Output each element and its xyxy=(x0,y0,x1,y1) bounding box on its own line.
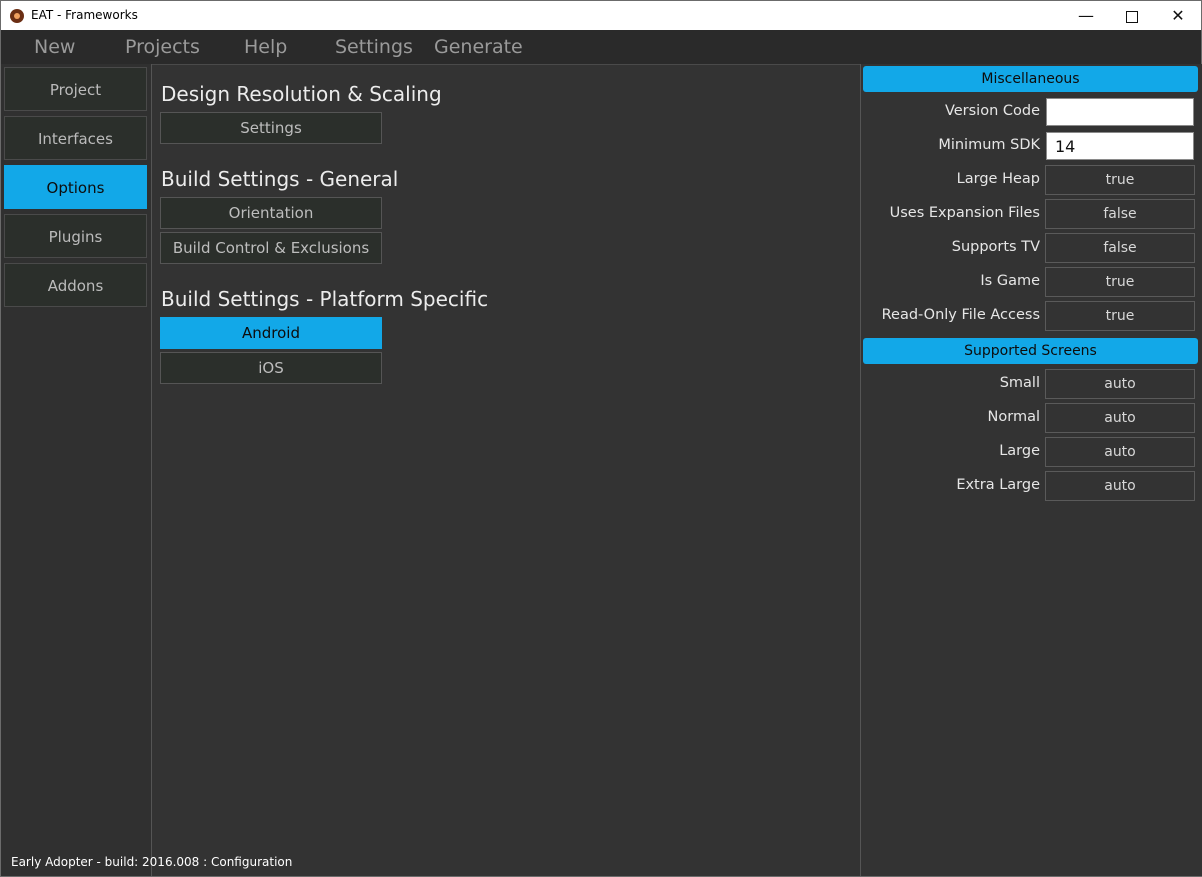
menu-bar: New Projects Help Settings Generate xyxy=(1,30,1201,65)
app-logo-icon xyxy=(10,9,24,23)
orientation-button[interactable]: Orientation xyxy=(160,197,382,229)
close-button[interactable]: ✕ xyxy=(1155,1,1201,30)
supports-tv-label: Supports TV xyxy=(951,239,1040,255)
version-code-input[interactable] xyxy=(1046,98,1194,126)
large-screen-label: Large xyxy=(999,443,1040,459)
menu-settings[interactable]: Settings xyxy=(335,36,413,58)
menu-generate[interactable]: Generate xyxy=(434,36,523,58)
small-screen-label: Small xyxy=(999,375,1040,391)
sidebar-item-interfaces[interactable]: Interfaces xyxy=(4,116,147,160)
sidebar-item-plugins[interactable]: Plugins xyxy=(4,214,147,258)
close-icon: ✕ xyxy=(1171,6,1185,25)
uses-expansion-files-label: Uses Expansion Files xyxy=(889,205,1040,221)
section-title-platform-specific: Build Settings - Platform Specific xyxy=(161,287,489,311)
version-code-label: Version Code xyxy=(944,103,1040,119)
maximize-button[interactable] xyxy=(1109,1,1155,30)
extra-large-screen-label: Extra Large xyxy=(956,477,1040,493)
menu-new[interactable]: New xyxy=(34,36,75,58)
large-heap-label: Large Heap xyxy=(956,171,1040,187)
menu-projects[interactable]: Projects xyxy=(125,36,200,58)
large-screen-select[interactable]: auto xyxy=(1045,437,1195,467)
uses-expansion-files-toggle[interactable]: false xyxy=(1045,199,1195,229)
sidebar-item-options[interactable]: Options xyxy=(4,165,147,209)
large-heap-toggle[interactable]: true xyxy=(1045,165,1195,195)
is-game-toggle[interactable]: true xyxy=(1045,267,1195,297)
read-only-file-access-label: Read-Only File Access xyxy=(881,307,1040,323)
sidebar-item-addons[interactable]: Addons xyxy=(4,263,147,307)
is-game-label: Is Game xyxy=(980,273,1040,289)
supported-screens-header: Supported Screens xyxy=(863,338,1198,364)
menu-help[interactable]: Help xyxy=(244,36,287,58)
read-only-file-access-toggle[interactable]: true xyxy=(1045,301,1195,331)
properties-panel: Miscellaneous Version Code Minimum SDK L… xyxy=(860,64,1202,876)
build-control-button[interactable]: Build Control & Exclusions xyxy=(160,232,382,264)
maximize-icon xyxy=(1126,10,1138,23)
status-bar: Early Adopter - build: 2016.008 : Config… xyxy=(11,855,293,869)
ios-button[interactable]: iOS xyxy=(160,352,382,384)
normal-screen-select[interactable]: auto xyxy=(1045,403,1195,433)
title-bar: EAT - Frameworks — ✕ xyxy=(1,1,1201,30)
extra-large-screen-select[interactable]: auto xyxy=(1045,471,1195,501)
settings-button[interactable]: Settings xyxy=(160,112,382,144)
miscellaneous-header: Miscellaneous xyxy=(863,66,1198,92)
minimum-sdk-label: Minimum SDK xyxy=(938,137,1040,153)
minimize-button[interactable]: — xyxy=(1063,1,1109,30)
sidebar-item-project[interactable]: Project xyxy=(4,67,147,111)
section-title-design-resolution: Design Resolution & Scaling xyxy=(161,82,442,106)
android-button[interactable]: Android xyxy=(160,317,382,349)
window-title: EAT - Frameworks xyxy=(31,8,138,22)
section-title-build-general: Build Settings - General xyxy=(161,167,399,191)
supports-tv-toggle[interactable]: false xyxy=(1045,233,1195,263)
sidebar: Project Interfaces Options Plugins Addon… xyxy=(1,64,152,876)
normal-screen-label: Normal xyxy=(987,409,1040,425)
minimize-icon: — xyxy=(1078,6,1094,25)
small-screen-select[interactable]: auto xyxy=(1045,369,1195,399)
minimum-sdk-input[interactable] xyxy=(1046,132,1194,160)
